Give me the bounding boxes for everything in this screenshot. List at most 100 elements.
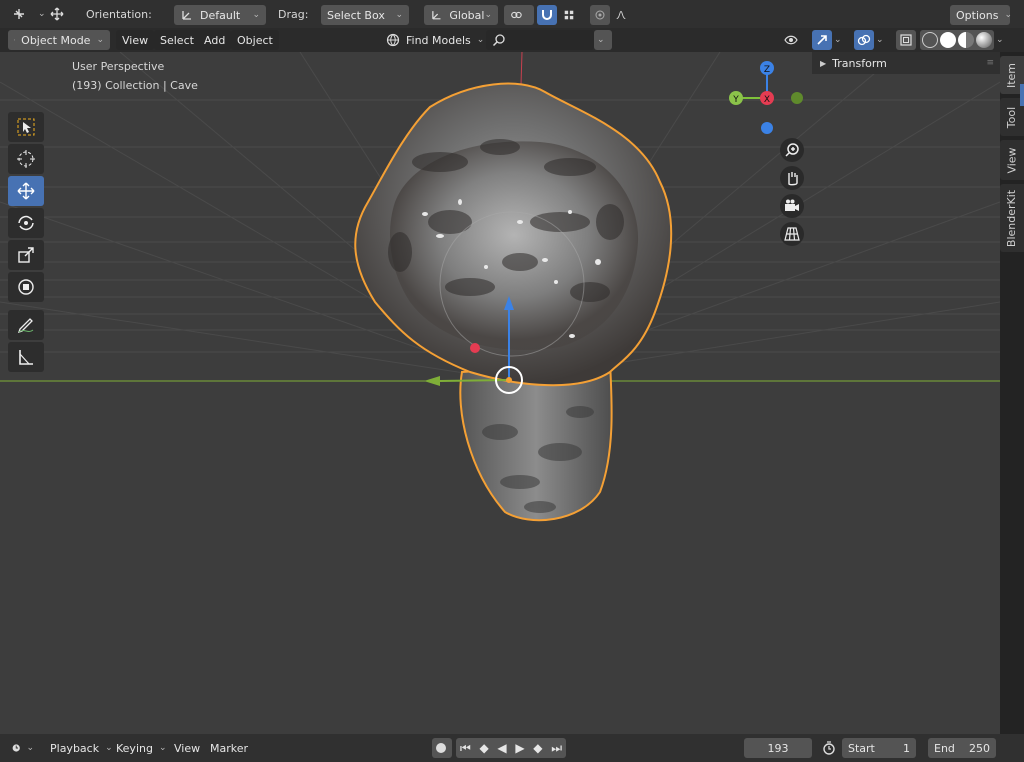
end-frame-field[interactable]: End 250 — [928, 738, 996, 758]
current-frame-field[interactable]: 193 — [744, 738, 812, 758]
transform-tool-icon — [14, 9, 24, 19]
jump-keyframe-back-icon[interactable]: ◆ — [480, 741, 489, 755]
chevron-down-icon: ⌄ — [484, 10, 492, 20]
menu-view[interactable]: View — [116, 30, 155, 50]
mode-dropdown[interactable]: Object Mode ⌄ — [8, 30, 110, 50]
scale-tool[interactable] — [8, 240, 44, 270]
eye-icon — [784, 35, 798, 45]
snap-element-dropdown[interactable] — [557, 5, 587, 25]
play-reverse-icon[interactable]: ◀ — [497, 741, 506, 755]
overlays-dropdown[interactable]: ⌄ — [874, 30, 890, 50]
options-label: Options — [956, 8, 999, 22]
pivot-icon — [511, 11, 522, 19]
cave-stem[interactable] — [459, 360, 613, 522]
falloff-dropdown[interactable] — [610, 5, 638, 25]
sidebar-scroll-indicator[interactable] — [1020, 84, 1024, 106]
perspective-label: User Perspective — [72, 60, 165, 73]
transform-tool[interactable] — [8, 272, 44, 302]
visibility-dropdown[interactable] — [778, 30, 810, 50]
gizmo-y-arrow[interactable] — [439, 379, 510, 382]
rotate-tool[interactable] — [8, 208, 44, 238]
gizmo-x-handle[interactable] — [470, 343, 480, 353]
chevron-down-icon: ⌄ — [1004, 10, 1012, 20]
model-search-input[interactable] — [486, 30, 594, 50]
overlays-toggle-button[interactable] — [854, 30, 874, 50]
menu-keying[interactable]: Keying ⌄ — [110, 738, 173, 758]
timeline-editor-type[interactable]: ⌄ — [6, 738, 40, 758]
orientation-dropdown[interactable]: Default ⌄ — [174, 5, 266, 25]
record-button[interactable] — [432, 738, 452, 758]
gizmo-neg-z-ball[interactable] — [761, 122, 773, 134]
jump-start-icon[interactable]: ⏮ — [460, 741, 471, 756]
start-frame-field[interactable]: Start 1 — [842, 738, 916, 758]
chevron-down-icon: ⌄ — [252, 10, 260, 20]
menu-playback[interactable]: Playback ⌄ — [44, 738, 119, 758]
zoom-button[interactable] — [780, 138, 804, 162]
solid-shading-icon[interactable] — [940, 32, 956, 48]
3d-viewport[interactable]: User Perspective (193) Collection | Cave — [0, 52, 1000, 734]
perspective-toggle-button[interactable] — [780, 222, 804, 246]
mode-value: Object Mode — [21, 33, 91, 47]
transform-space-value: Global — [449, 8, 485, 22]
move-tool[interactable] — [8, 176, 44, 206]
gizmo-arrow-icon — [817, 35, 827, 45]
transform-panel-header[interactable]: ▶ Transform ≡ — [812, 52, 1000, 74]
snap-toggle-button[interactable] — [537, 5, 557, 25]
global-axes-icon — [432, 11, 441, 20]
pencil-icon — [17, 318, 34, 334]
pivot-point-dropdown[interactable] — [504, 5, 534, 25]
menu-timeline-view[interactable]: View — [168, 738, 206, 758]
orientation-icon — [182, 11, 191, 20]
drag-dropdown[interactable]: Select Box ⌄ — [321, 5, 409, 25]
menu-marker[interactable]: Marker — [204, 738, 254, 758]
ruler-icon — [19, 350, 33, 365]
gizmo-y-arrowhead[interactable] — [424, 376, 440, 386]
shading-dropdown[interactable]: ⌄ — [994, 30, 1010, 50]
rendered-shading-icon[interactable] — [976, 32, 992, 48]
object-origin — [506, 377, 512, 383]
use-preview-range-button[interactable] — [818, 738, 840, 758]
timeline-bar: ⌄ Playback ⌄ Keying ⌄ View Marker ⏮ ◆ ◀ ▶ … — [0, 734, 1024, 762]
gizmo-toggle-button[interactable] — [812, 30, 832, 50]
pan-button[interactable] — [780, 166, 804, 190]
overlay-circles-icon — [857, 34, 871, 46]
chevron-down-icon: ⌄ — [876, 35, 884, 45]
transform-panel-label: Transform — [832, 56, 887, 70]
chevron-down-icon: ⌄ — [834, 35, 842, 45]
annotate-tool[interactable] — [8, 310, 44, 340]
measure-tool[interactable] — [8, 342, 44, 372]
tab-blenderkit[interactable]: BlenderKit — [1000, 184, 1024, 252]
play-icon[interactable]: ▶ — [515, 741, 524, 755]
options-dropdown[interactable]: Options ⌄ — [950, 5, 1012, 25]
stopwatch-icon — [823, 741, 835, 755]
viewport-header: Object Mode ⌄ View Select Add Object Fin… — [0, 28, 1024, 52]
xray-toggle-button[interactable] — [896, 30, 916, 50]
proportional-edit-button[interactable] — [590, 5, 610, 25]
object-mode-icon — [14, 39, 16, 41]
gizmo-z-text: Z — [764, 65, 770, 75]
transform-orientation-dropdown[interactable]: Global ⌄ — [424, 5, 498, 25]
menu-add[interactable]: Add — [198, 30, 232, 50]
navigation-gizmo[interactable]: Z Y X — [724, 58, 814, 148]
chevron-down-icon: ⌄ — [476, 35, 485, 45]
search-filter-dropdown[interactable]: ⌄ — [594, 30, 612, 50]
active-tool-icon-button[interactable] — [44, 4, 76, 24]
grid-perspective-icon — [784, 227, 800, 241]
gizmo-neg-y-ball[interactable] — [791, 92, 803, 104]
jump-end-icon[interactable]: ⏭ — [551, 741, 562, 756]
select-box-tool[interactable] — [8, 112, 44, 142]
camera-view-button[interactable] — [780, 194, 804, 218]
record-dot-icon — [436, 743, 446, 753]
drag-handle-icon[interactable]: ≡ — [986, 58, 994, 68]
material-shading-icon[interactable] — [958, 32, 974, 48]
gizmo-dropdown[interactable]: ⌄ — [832, 30, 848, 50]
jump-keyframe-forward-icon[interactable]: ◆ — [533, 741, 542, 755]
cursor-tool[interactable] — [8, 144, 44, 174]
wireframe-shading-icon[interactable] — [922, 32, 938, 48]
start-label: Start — [848, 741, 875, 755]
tab-view[interactable]: View — [1000, 140, 1024, 180]
menu-select[interactable]: Select — [154, 30, 200, 50]
end-label: End — [934, 741, 955, 755]
find-models-button[interactable]: Find Models ⌄ — [380, 30, 490, 50]
menu-object[interactable]: Object — [231, 30, 279, 50]
